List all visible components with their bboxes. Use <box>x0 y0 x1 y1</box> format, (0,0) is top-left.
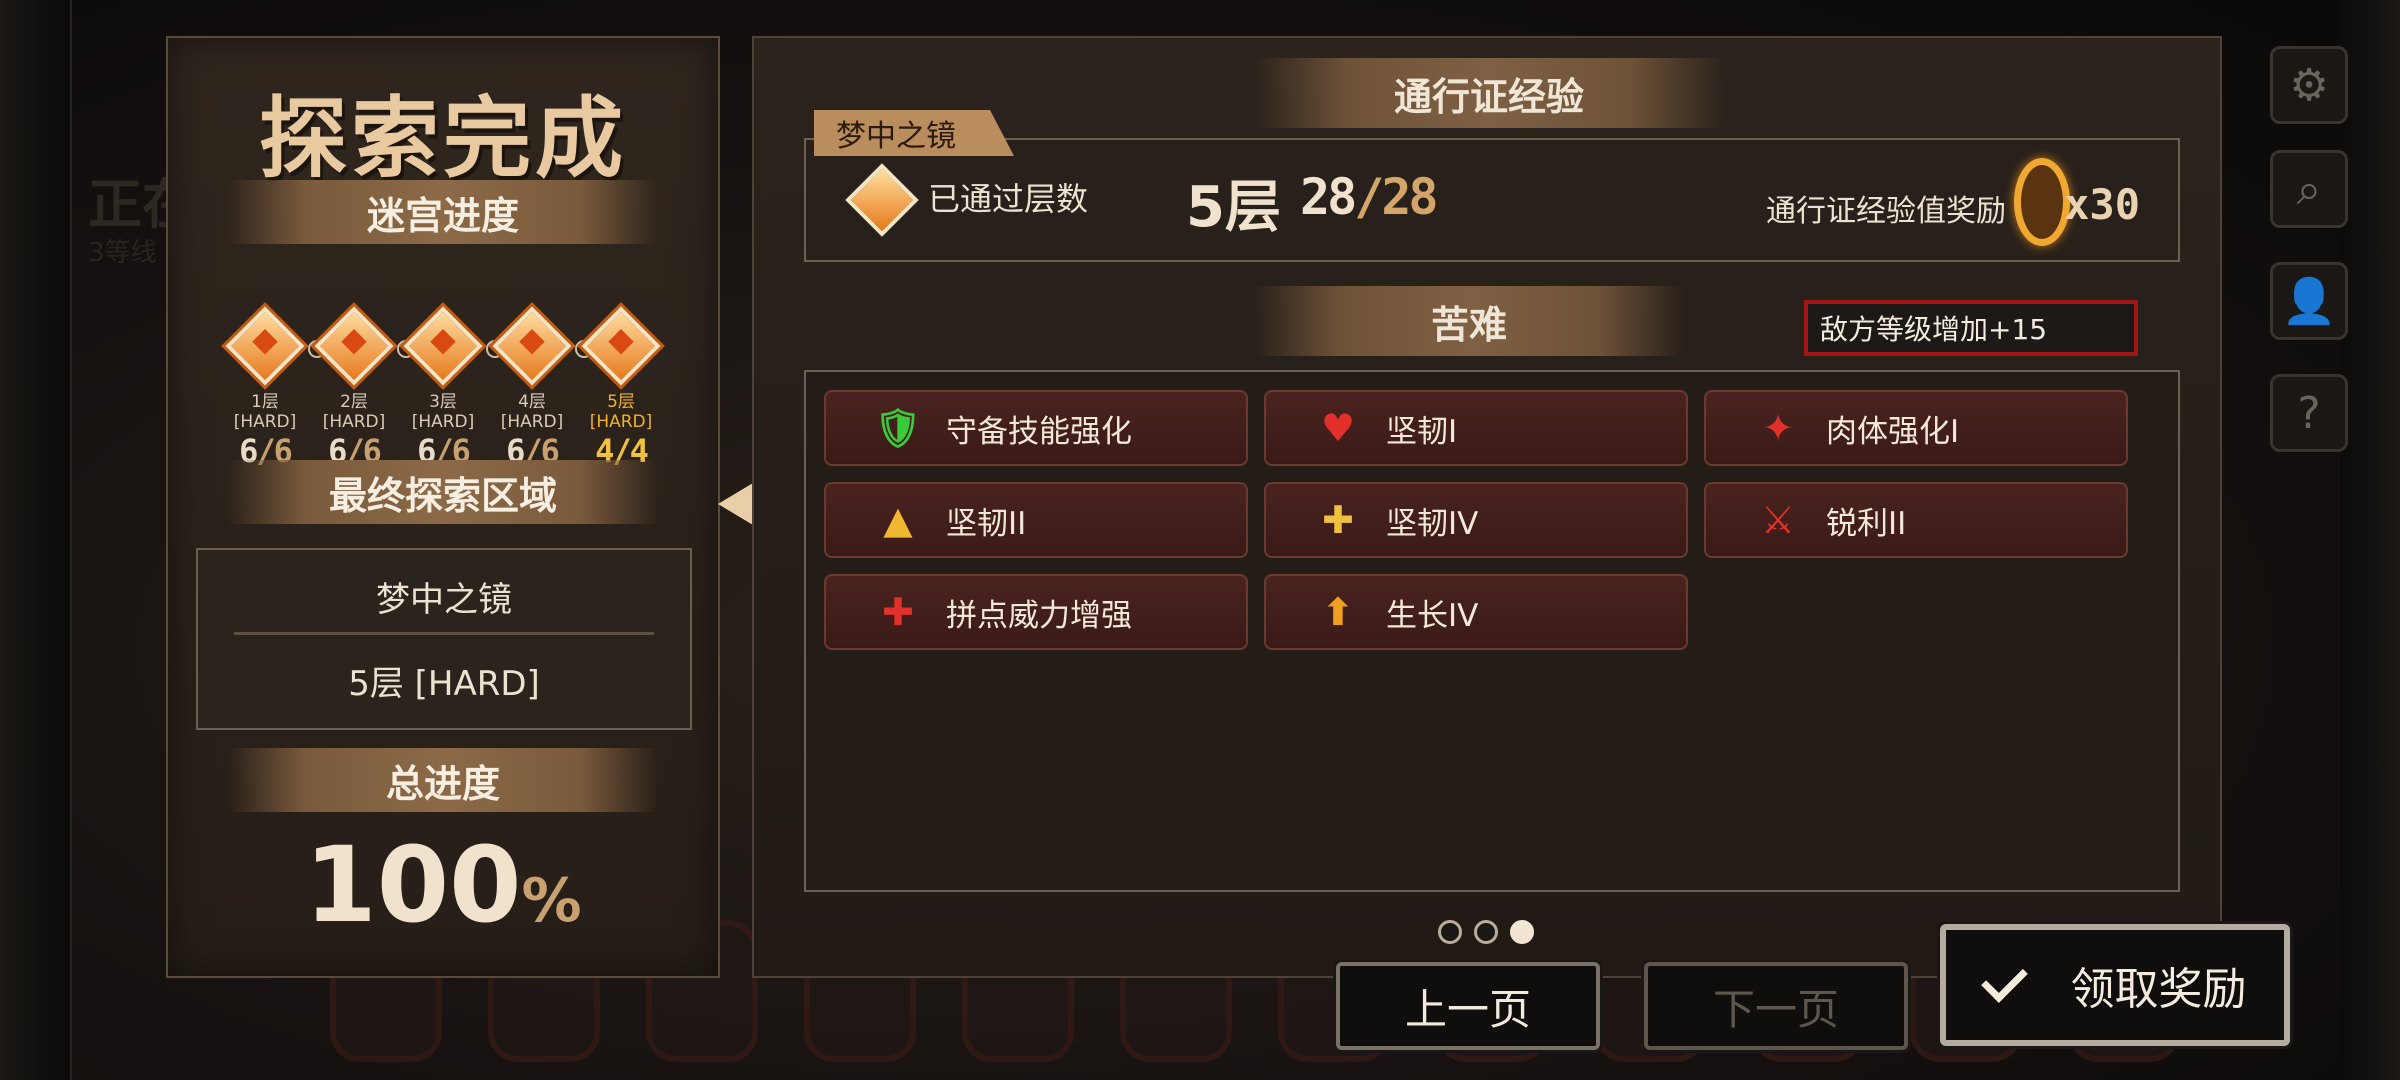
stage-difficulty: [HARD] <box>500 412 564 432</box>
total-progress-banner: 总进度 <box>228 748 658 812</box>
stage-label: 2层 [HARD] <box>323 392 386 432</box>
person-icon: 👤 <box>2281 276 2337 327</box>
next-page-button[interactable]: 下一页 <box>1644 962 1908 1050</box>
suffering-banner: 苦难 <box>1254 286 1684 356</box>
stage-label: 4层 [HARD] <box>501 392 564 432</box>
stage-item: 5层 [HARD] 4/4 <box>581 306 661 470</box>
total-progress-value: 100% <box>168 824 718 946</box>
stage-floor: 4层 <box>518 392 546 412</box>
pass-xp-banner: 通行证经验 <box>1254 58 1724 128</box>
page-dot[interactable] <box>1474 920 1498 944</box>
stage-floor: 3层 <box>429 392 457 412</box>
dungeon-name-tab: 梦中之镜 <box>814 110 1014 156</box>
stage-label: 1层 [HARD] <box>234 392 297 432</box>
floors-done: 28 <box>1300 168 1357 226</box>
stage-diamond-icon <box>581 306 661 386</box>
stage-item: 1层 [HARD] 6/6 <box>225 306 305 470</box>
final-area-banner: 最终探索区域 <box>228 460 658 524</box>
page-dot-active[interactable] <box>1510 920 1534 944</box>
stage-track: 1层 [HARD] 6/6 2层 [HARD] 6/6 3层 [HARD] 6/6 4… <box>225 306 661 470</box>
pass-xp-reward-label: 通行证经验值奖励 <box>1766 194 2006 229</box>
enemy-level-badge: 敌方等级增加+15 <box>1804 300 2138 356</box>
pass-xp-box: 已通过层数 5层 28/28 通行证经验值奖励 x30 <box>804 138 2180 262</box>
buff-label: 坚韧I <box>1386 413 1458 450</box>
progress-banner: 迷宫进度 <box>228 180 658 244</box>
buff-item: ✚ 坚韧IV <box>1264 482 1688 558</box>
buff-label: 坚韧II <box>946 505 1027 542</box>
pass-xp-reward-value: x30 <box>2064 180 2140 229</box>
stage-diamond-icon <box>492 306 572 386</box>
green-shield-plus-icon: 🛡 <box>873 405 923 450</box>
arrow-heart-plus-icon: ⬆ <box>1322 590 1354 634</box>
buff-label: 生长IV <box>1386 597 1479 634</box>
total-progress-number: 100 <box>304 824 522 946</box>
buff-label: 锐利II <box>1826 505 1907 542</box>
stage-item: 3层 [HARD] 6/6 <box>403 306 483 470</box>
stage-floor: 1层 <box>251 392 279 412</box>
stage-item: 4层 [HARD] 6/6 <box>492 306 572 470</box>
claim-reward-button[interactable]: 领取奖励 <box>1940 924 2290 1046</box>
page-title: 探索完成 <box>258 86 627 190</box>
floors-total: 28 <box>1381 168 1438 226</box>
profile-button[interactable]: 👤 <box>2270 262 2348 340</box>
buff-item: 🛡 守备技能强化 <box>824 390 1248 466</box>
stage-label: 3层 [HARD] <box>412 392 475 432</box>
buff-item: ⬆ 生长IV <box>1264 574 1688 650</box>
stage-floor: 5层 <box>607 392 635 412</box>
page-indicator <box>1438 920 1534 944</box>
checkmark-icon <box>1980 955 2028 1003</box>
rewards-panel: 通行证经验 已通过层数 5层 28/28 通行证经验值奖励 x30 梦中之镜 苦… <box>752 36 2222 978</box>
shield-up-plus-icon: ▲ <box>883 498 913 542</box>
stage-difficulty: [HARD] <box>233 412 297 432</box>
final-area-floor: 5层 [HARD] <box>348 664 540 704</box>
inspect-button[interactable]: ⌕ <box>2270 150 2348 228</box>
floor-diamond-icon <box>845 163 919 237</box>
shield-heart-up-icon: ♥ <box>1320 406 1356 450</box>
stage-floor: 2层 <box>340 392 368 412</box>
stage-label: 5层 [HARD] <box>590 392 653 432</box>
buff-label: 肉体强化I <box>1826 413 1960 450</box>
stage-diamond-icon <box>403 306 483 386</box>
help-button[interactable]: ? <box>2270 374 2348 452</box>
floors-cleared-floor: 5层 <box>1186 175 1281 240</box>
buff-label: 守备技能强化 <box>946 413 1132 450</box>
sword-up-icon: ⚔ <box>1760 498 1796 542</box>
floors-cleared-count: 28/28 <box>1300 168 1439 226</box>
plus-sword-heart-icon: ✚ <box>882 590 914 634</box>
sword-heart-up-icon: ✦ <box>1762 406 1794 450</box>
buff-item: ⚔ 锐利II <box>1704 482 2128 558</box>
stage-difficulty: [HARD] <box>322 412 386 432</box>
stage-difficulty: [HARD] <box>589 412 653 432</box>
prev-page-button[interactable]: 上一页 <box>1336 962 1600 1050</box>
right-frame <box>2340 0 2400 1080</box>
suffering-box: 🛡 守备技能强化 ♥ 坚韧I ✦ 肉体强化I ▲ 坚韧II ✚ 坚韧IV ⚔ 锐… <box>804 370 2180 892</box>
double-plus-icon: ✚ <box>1322 498 1354 542</box>
bg-ghost-subtitle: 3等线 <box>88 238 157 268</box>
buff-label: 拼点威力增强 <box>946 597 1132 634</box>
total-progress-unit: % <box>521 866 582 936</box>
buff-item: ▲ 坚韧II <box>824 482 1248 558</box>
stage-diamond-icon <box>225 306 305 386</box>
claim-reward-label: 领取奖励 <box>2070 964 2247 1015</box>
settings-button[interactable]: ⚙ <box>2270 46 2348 124</box>
page-dot[interactable] <box>1438 920 1462 944</box>
buff-item: ✚ 拼点威力增强 <box>824 574 1248 650</box>
final-area-box: 梦中之镜 5层 [HARD] <box>196 548 692 730</box>
question-icon: ? <box>2297 387 2321 439</box>
buff-item: ♥ 坚韧I <box>1264 390 1688 466</box>
gear-icon: ⚙ <box>2289 59 2329 111</box>
left-frame <box>0 0 72 1080</box>
buff-label: 坚韧IV <box>1386 505 1479 542</box>
magnifier-icon: ⌕ <box>2296 163 2322 215</box>
exploration-summary-panel: 探索完成 迷宫进度 1层 [HARD] 6/6 2层 [HARD] 6/6 3层 [H… <box>166 36 720 978</box>
stage-difficulty: [HARD] <box>411 412 475 432</box>
pass-xp-token-icon <box>2014 158 2070 246</box>
final-area-name: 梦中之镜 <box>376 580 512 620</box>
buff-item: ✦ 肉体强化I <box>1704 390 2128 466</box>
divider <box>234 632 654 635</box>
floors-cleared-label: 已通过层数 <box>928 180 1089 218</box>
stage-item: 2层 [HARD] 6/6 <box>314 306 394 470</box>
stage-diamond-icon <box>314 306 394 386</box>
